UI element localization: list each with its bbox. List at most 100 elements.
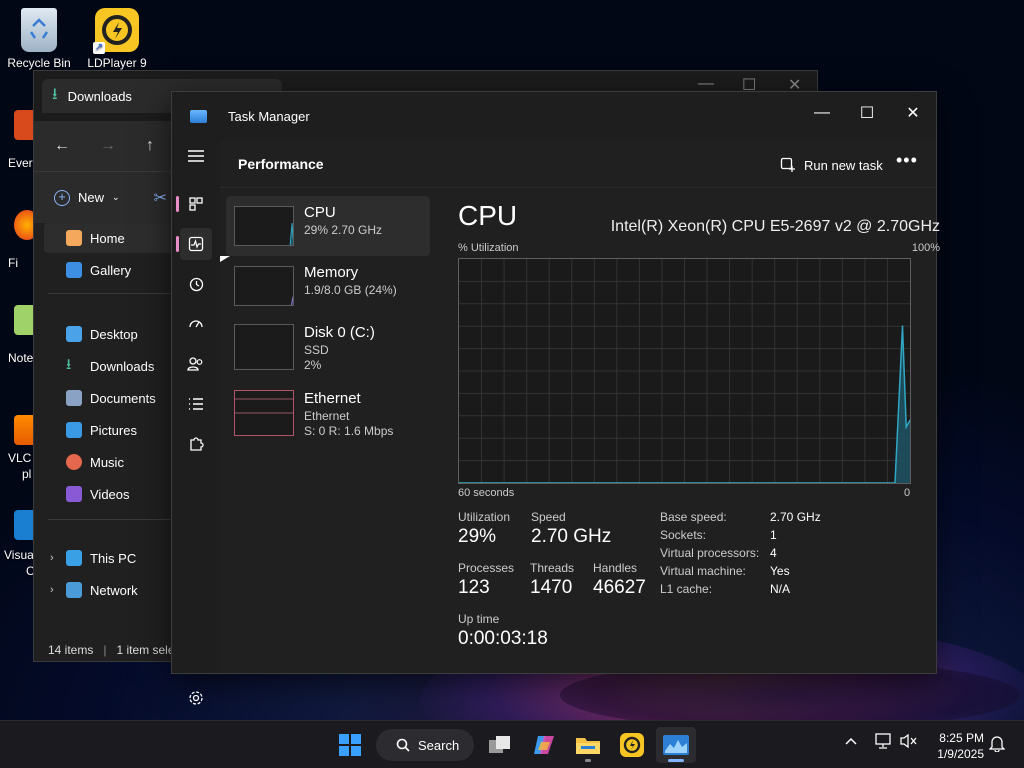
downloads-icon: ⭳ [66,355,72,373]
cpu-thumbnail-graph [234,206,294,246]
run-new-task-button[interactable]: Run new task [774,150,889,180]
graph-label-duration: 60 seconds [458,487,515,499]
sidebar-item-network[interactable]: › Network [44,575,184,605]
ldplayer-taskbar-button[interactable] [612,727,652,763]
handles-value: 46627 [593,577,646,598]
desktop-icon-label: Recycle Bin [7,56,71,70]
task-manager-taskbar-button[interactable] [656,727,696,763]
cpu-utilization-graph [458,258,911,484]
sidebar-item-desktop[interactable]: Desktop [44,319,184,349]
nav-app-history[interactable] [180,268,212,300]
videos-icon [66,486,82,502]
taskbar-search-box[interactable]: Search [376,729,474,761]
chevron-up-icon [845,737,857,745]
desktop-icon-partial-5[interactable]: Visua C [0,510,40,578]
spec-value: N/A [770,582,791,596]
clock-time: 8:25 PM [939,731,984,745]
task-manager-window[interactable]: Task Manager — ☐ ✕ Performance Run new t… [171,91,940,705]
nav-details[interactable] [180,388,212,420]
up-arrow-icon[interactable]: ↑ [146,137,154,155]
system-clock[interactable]: 8:25 PM 1/9/2025 [928,730,984,762]
nav-startup-apps[interactable] [180,308,212,340]
desktop-icon-partial-3[interactable]: Note [0,305,40,365]
task-manager-nav-rail [172,140,220,705]
sidebar-item-pictures[interactable]: Pictures [44,415,184,445]
active-indicator [668,759,684,762]
file-explorer-taskbar-button[interactable] [568,727,608,763]
resource-ethernet[interactable]: Ethernet Ethernet S: 0 R: 1.6 Mbps [226,376,430,442]
detail-heading: CPU [458,200,518,231]
sidebar-item-music[interactable]: Music [44,447,184,477]
sidebar-item-videos[interactable]: Videos [44,479,184,509]
resource-disk[interactable]: Disk 0 (C:) SSD 2% [226,316,430,376]
bell-icon [988,736,1006,753]
nav-processes[interactable] [176,188,212,220]
chevron-right-icon[interactable]: › [50,584,54,596]
resource-memory[interactable]: Memory 1.9/8.0 GB (24%) [226,256,430,316]
resource-sub: 1.9/8.0 GB (24%) [304,283,397,297]
sidebar-item-label: Desktop [90,326,138,342]
minimize-button[interactable]: — [802,98,842,128]
chevron-down-icon: ⌄ [112,192,120,202]
sidebar-item-downloads[interactable]: ⭳ Downloads [44,351,184,381]
more-options-button[interactable]: ••• [896,150,918,171]
music-icon [66,454,82,470]
sidebar-item-label: Gallery [90,262,132,278]
recycle-bin-icon [21,8,57,52]
history-icon [189,277,204,292]
desktop-icon-ldplayer[interactable]: ↗ LDPlayer 9 [78,8,156,70]
sidebar-item-home[interactable]: Home [44,223,184,253]
hamburger-menu-button[interactable] [180,140,212,172]
explorer-sidebar: Home Gallery Desktop ⭳ Downloads Documen… [34,223,184,631]
resource-sub: Ethernet [304,409,350,423]
desktop-icon-partial-4[interactable]: VLC pl [0,415,40,481]
sidebar-item-documents[interactable]: Documents [44,383,184,413]
new-button[interactable]: + New ⌄ [54,189,120,206]
notifications-button[interactable] [988,734,1006,755]
gear-icon [189,691,203,705]
nav-performance[interactable] [176,228,212,260]
spec-value: 2.70 GHz [770,510,821,524]
nav-services[interactable] [180,428,212,460]
copilot-button[interactable] [524,727,564,763]
nav-users[interactable] [180,348,212,380]
resource-cpu[interactable]: CPU 29% 2.70 GHz [226,196,430,256]
task-view-button[interactable] [480,727,520,763]
desktop-icon-partial-2[interactable]: Fi [0,210,40,270]
resource-name: Memory [304,264,359,281]
close-button[interactable]: ✕ [893,98,933,128]
page-header: Performance Run new task ••• [220,140,936,188]
cpu-graph-svg [458,259,911,484]
chevron-right-icon[interactable]: › [50,552,54,564]
processes-label: Processes [458,561,515,575]
threads-value: 1470 [530,577,573,598]
network-status-button[interactable] [874,733,892,752]
sidebar-item-label: Home [90,230,125,246]
window-title: Task Manager [228,109,310,124]
cut-icon[interactable]: ✂ [154,188,167,208]
sidebar-item-label: Music [90,454,124,470]
desktop-icon-recycle-bin[interactable]: Recycle Bin [0,8,78,70]
search-icon [396,738,410,752]
cpu-utilization-point [901,325,904,327]
desktop-icon-partial-1[interactable]: Ever [0,110,40,170]
windows-logo-icon [339,734,361,756]
maximize-button[interactable]: ☐ [847,98,887,128]
sidebar-divider [48,519,178,520]
taskbar: Search 8:25 PM 1/9/2025 [0,720,1024,768]
copilot-icon [534,736,554,754]
task-manager-title-bar[interactable]: Task Manager — ☐ ✕ [172,92,936,140]
spec-key: Sockets: [660,528,707,542]
new-button-label: New [78,190,105,205]
start-button[interactable] [330,727,370,763]
sidebar-item-gallery[interactable]: Gallery [44,255,184,285]
show-hidden-icons-button[interactable] [844,733,858,749]
volume-button[interactable] [900,733,918,752]
sidebar-item-label: Documents [90,390,156,406]
nav-settings[interactable] [180,682,212,714]
sidebar-item-this-pc[interactable]: › This PC [44,543,184,573]
back-arrow-icon[interactable]: ← [54,137,70,155]
plus-circle-icon: + [54,189,70,206]
processes-grid-icon [189,197,203,211]
forward-arrow-icon[interactable]: → [100,137,116,155]
